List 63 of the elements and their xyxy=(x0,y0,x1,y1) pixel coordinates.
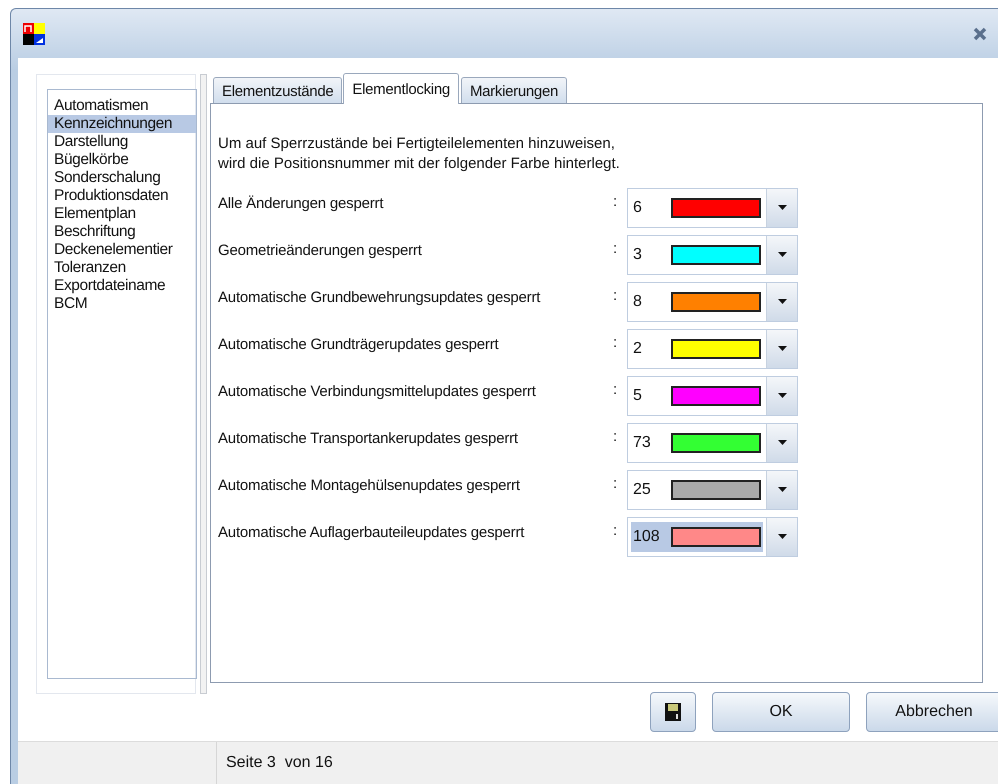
tab[interactable]: Elementzustände xyxy=(213,77,342,104)
color-dropdown[interactable]: 108 xyxy=(627,516,798,556)
color-number: 5 xyxy=(633,386,643,404)
dropdown-arrow-icon xyxy=(778,346,786,351)
separator-text: : xyxy=(613,287,618,304)
splitter-handle[interactable] xyxy=(200,74,207,694)
color-number: 108 xyxy=(633,528,661,546)
sidebar-item[interactable]: Deckenelementier xyxy=(48,241,196,259)
color-number: 3 xyxy=(633,246,643,264)
sidebar-item[interactable]: Produktionsdaten xyxy=(48,187,196,205)
page-indicator: Seite 3 von 16 xyxy=(226,754,333,772)
dialog-button[interactable]: Abbrechen xyxy=(866,692,998,732)
save-button[interactable] xyxy=(650,692,696,732)
dropdown-arrow-icon xyxy=(778,299,786,304)
sidebar-item[interactable]: Bügelkörbe xyxy=(48,151,196,169)
sidebar-item[interactable]: BCM xyxy=(48,295,196,313)
color-dropdown[interactable]: 8 xyxy=(627,282,798,322)
color-number: 8 xyxy=(633,292,643,310)
close-icon[interactable] xyxy=(973,27,987,41)
dropdown-arrow-icon xyxy=(778,252,786,257)
app-icon xyxy=(23,22,45,44)
setting-label: Automatische Transportankerupdates gesperrt xyxy=(218,430,519,447)
color-dropdown[interactable]: 2 xyxy=(627,328,798,368)
separator-text: : xyxy=(613,475,618,492)
color-dropdown[interactable]: 5 xyxy=(627,376,798,416)
description-text: Um auf Sperrzustände bei Fertigteilelementen hinzuweisen, wird die Positionsnummer mit der folgender Farbe hinterlegt. xyxy=(218,134,621,174)
sidebar-item[interactable]: Exportdateiname xyxy=(48,277,196,295)
setting-label: Automatische Auflagerbauteileupdates gesperrt xyxy=(218,524,526,541)
dropdown-arrow-icon xyxy=(778,440,786,445)
setting-label: Geometrieänderungen gesperrt xyxy=(218,242,423,259)
separator-text: : xyxy=(613,522,618,539)
color-number: 2 xyxy=(633,340,643,358)
color-dropdown[interactable]: 25 xyxy=(627,470,798,510)
separator-text: : xyxy=(613,193,618,210)
dropdown-arrow-icon xyxy=(778,393,786,398)
color-number: 73 xyxy=(633,434,652,452)
dialog-button[interactable]: OK xyxy=(712,692,850,732)
sidebar-item[interactable]: Darstellung xyxy=(48,133,196,151)
setting-label: Automatische Verbindungsmittelupdates gesperrt xyxy=(218,383,537,400)
setting-label: Automatische Grundbewehrungsupdates gesperrt xyxy=(218,289,542,306)
color-number: 6 xyxy=(633,198,643,216)
sidebar-item[interactable]: Beschriftung xyxy=(48,223,196,241)
dropdown-arrow-icon xyxy=(778,487,786,492)
setting-label: Automatische Montagehülsenupdates gesperrt xyxy=(218,477,521,494)
sidebar-item[interactable]: Elementplan xyxy=(48,205,196,223)
sidebar-item[interactable]: Kennzeichnungen xyxy=(48,115,196,133)
separator-text: : xyxy=(613,334,618,351)
color-dropdown[interactable]: 73 xyxy=(627,422,798,462)
separator-text: : xyxy=(613,240,618,257)
setting-label: Alle Änderungen gesperrt xyxy=(218,195,384,212)
sidebar-item[interactable]: Sonderschalung xyxy=(48,169,196,187)
separator-text: : xyxy=(613,428,618,445)
color-dropdown[interactable]: 3 xyxy=(627,234,798,274)
color-dropdown[interactable]: 6 xyxy=(627,188,798,228)
sidebar-item[interactable]: Automatismen xyxy=(48,97,196,115)
dropdown-arrow-icon xyxy=(778,534,786,539)
setting-label: Automatische Grundträgerupdates gesperrt xyxy=(218,336,500,353)
dropdown-arrow-icon xyxy=(778,205,786,210)
separator-text: : xyxy=(613,381,618,398)
tab[interactable]: Markierungen xyxy=(460,77,568,104)
tab[interactable]: Elementlocking xyxy=(343,73,459,104)
color-number: 25 xyxy=(633,480,652,498)
sidebar-item[interactable]: Toleranzen xyxy=(48,259,196,277)
